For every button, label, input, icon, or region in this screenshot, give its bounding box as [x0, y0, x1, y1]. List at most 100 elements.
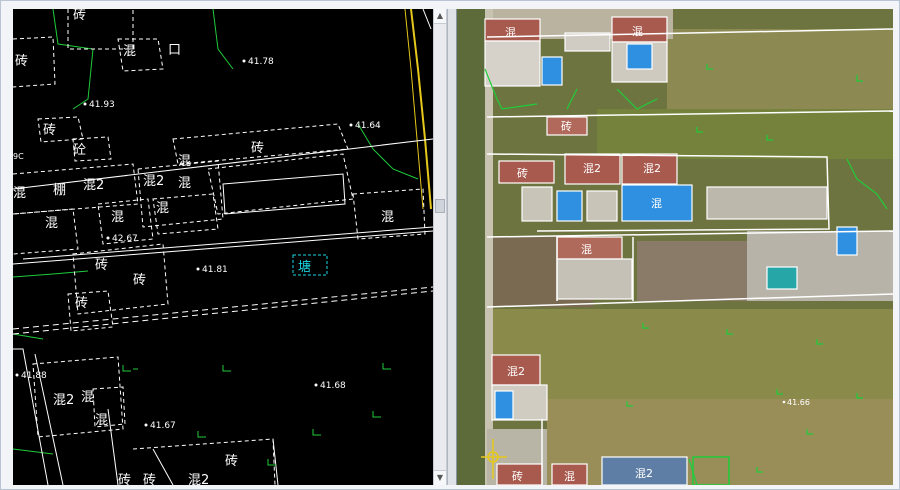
boundary-line	[13, 270, 89, 278]
survey-tick	[122, 365, 131, 372]
paved-yard	[747, 231, 893, 301]
elevation-point	[242, 59, 246, 63]
scroll-up-icon[interactable]: ▲	[434, 9, 446, 24]
building-roof	[521, 186, 553, 222]
building-roof	[586, 190, 618, 222]
ortho-elevation-label: 41.66	[787, 398, 810, 407]
boundary-line	[52, 9, 94, 110]
material-label: 砼	[73, 143, 86, 158]
elevation-label: 41.67	[150, 421, 176, 431]
ortho-building-label: 混	[564, 470, 575, 483]
material-label: 砖	[75, 296, 88, 311]
survey-tick	[197, 431, 206, 438]
boundary-line	[212, 9, 234, 70]
ortho-map-canvas[interactable]: 混 混 砖 砖 混2 混2 混 混 混2 砖 混 混2 41.66	[457, 9, 893, 485]
tree-strip	[457, 9, 487, 485]
elevation-label: 41.93	[89, 100, 115, 110]
elevation-point	[106, 236, 110, 240]
material-label: 混	[381, 210, 394, 225]
parcel-line	[13, 348, 49, 485]
material-label: 混	[123, 44, 136, 59]
boundary-line	[357, 123, 419, 180]
ortho-building-label: 混	[651, 197, 662, 210]
cad-map-canvas[interactable]: 41.78 41.93 41.64 42.67 41.81 41.68 41.6…	[13, 9, 433, 485]
ortho-map-viewport[interactable]: 混 混 砖 砖 混2 混2 混 混 混2 砖 混 混2 41.66	[457, 9, 893, 485]
elevation-point	[782, 400, 786, 404]
ortho-building-label: 混	[505, 26, 516, 39]
material-label: 混2	[143, 174, 164, 189]
parcel-line	[107, 408, 119, 485]
ortho-building-label: 混	[581, 243, 592, 256]
building-roof	[556, 190, 583, 222]
material-label: 砖	[73, 9, 86, 23]
material-label: 口	[168, 43, 181, 58]
elevation-point	[83, 102, 87, 106]
material-label: 砖	[43, 123, 56, 138]
farmland-area	[547, 399, 893, 485]
parcel-line	[222, 173, 346, 215]
material-label: 混	[178, 176, 191, 191]
survey-tick	[382, 363, 391, 370]
boundary-line	[13, 448, 54, 455]
material-label: 混	[95, 413, 108, 428]
elevation-point	[144, 423, 148, 427]
scroll-thumb[interactable]	[435, 199, 445, 213]
material-label: 砖	[15, 54, 28, 69]
boundary-line	[13, 333, 44, 340]
elevation-label: 42.67	[112, 234, 138, 244]
building-roof	[556, 258, 633, 300]
material-label: 混	[81, 390, 94, 405]
cad-vertical-scrollbar[interactable]: ▲ ▼	[433, 9, 447, 485]
elevation-label: 41.78	[248, 57, 274, 67]
material-label: 混2	[83, 178, 104, 193]
ortho-building-label: 混2	[507, 365, 525, 378]
material-label: 砖	[133, 273, 146, 288]
material-label: 混	[45, 216, 58, 231]
survey-tick	[372, 411, 381, 418]
pond	[766, 266, 798, 290]
material-label: 混2	[188, 473, 209, 485]
survey-tick	[312, 429, 321, 436]
building-outline	[13, 163, 139, 215]
material-label: 砖	[95, 258, 108, 273]
pond-label: 塘	[298, 259, 311, 275]
elevation-label: 41.64	[355, 121, 381, 131]
material-label: 9C	[13, 152, 24, 161]
elevation-label: 41.68	[320, 381, 346, 391]
ortho-building-label: 混2	[635, 467, 653, 480]
road-line	[22, 226, 433, 260]
ortho-building-label: 混	[632, 25, 643, 38]
farmland-area	[667, 29, 893, 119]
elevation-point	[349, 123, 353, 127]
ortho-building-label: 混2	[643, 162, 661, 175]
cad-map-viewport[interactable]: 41.78 41.93 41.64 42.67 41.81 41.68 41.6…	[13, 9, 433, 485]
scroll-down-icon[interactable]: ▼	[434, 470, 446, 485]
elevation-label: 41.81	[202, 265, 228, 275]
elevation-point	[15, 373, 19, 377]
parcel-line	[422, 9, 432, 30]
material-label: 混	[178, 154, 191, 169]
ortho-building-label: 砖	[517, 166, 528, 180]
material-label: 混2	[53, 393, 74, 408]
material-label: 砖	[118, 473, 131, 485]
material-label: 混	[13, 186, 26, 201]
survey-tick	[222, 365, 231, 372]
material-label: 砖	[251, 141, 264, 156]
material-label: 砖	[225, 454, 238, 469]
app-window: 41.78 41.93 41.64 42.67 41.81 41.68 41.6…	[0, 0, 900, 490]
pane-splitter[interactable]	[447, 9, 457, 485]
material-label: 砖	[143, 473, 156, 485]
elevation-point	[196, 267, 200, 271]
material-label: 混	[111, 210, 124, 225]
building-roof	[541, 56, 563, 86]
building-roof	[484, 40, 541, 87]
ortho-building-label: 砖	[561, 119, 572, 133]
ortho-building-label: 砖	[512, 469, 523, 483]
material-label: 棚	[53, 183, 66, 198]
building-outline	[32, 356, 124, 438]
material-label: 混	[156, 201, 169, 216]
paved-yard	[637, 241, 747, 301]
building-roof	[494, 390, 514, 420]
farmland-area	[597, 109, 893, 159]
ortho-building-label: 混2	[583, 162, 601, 175]
